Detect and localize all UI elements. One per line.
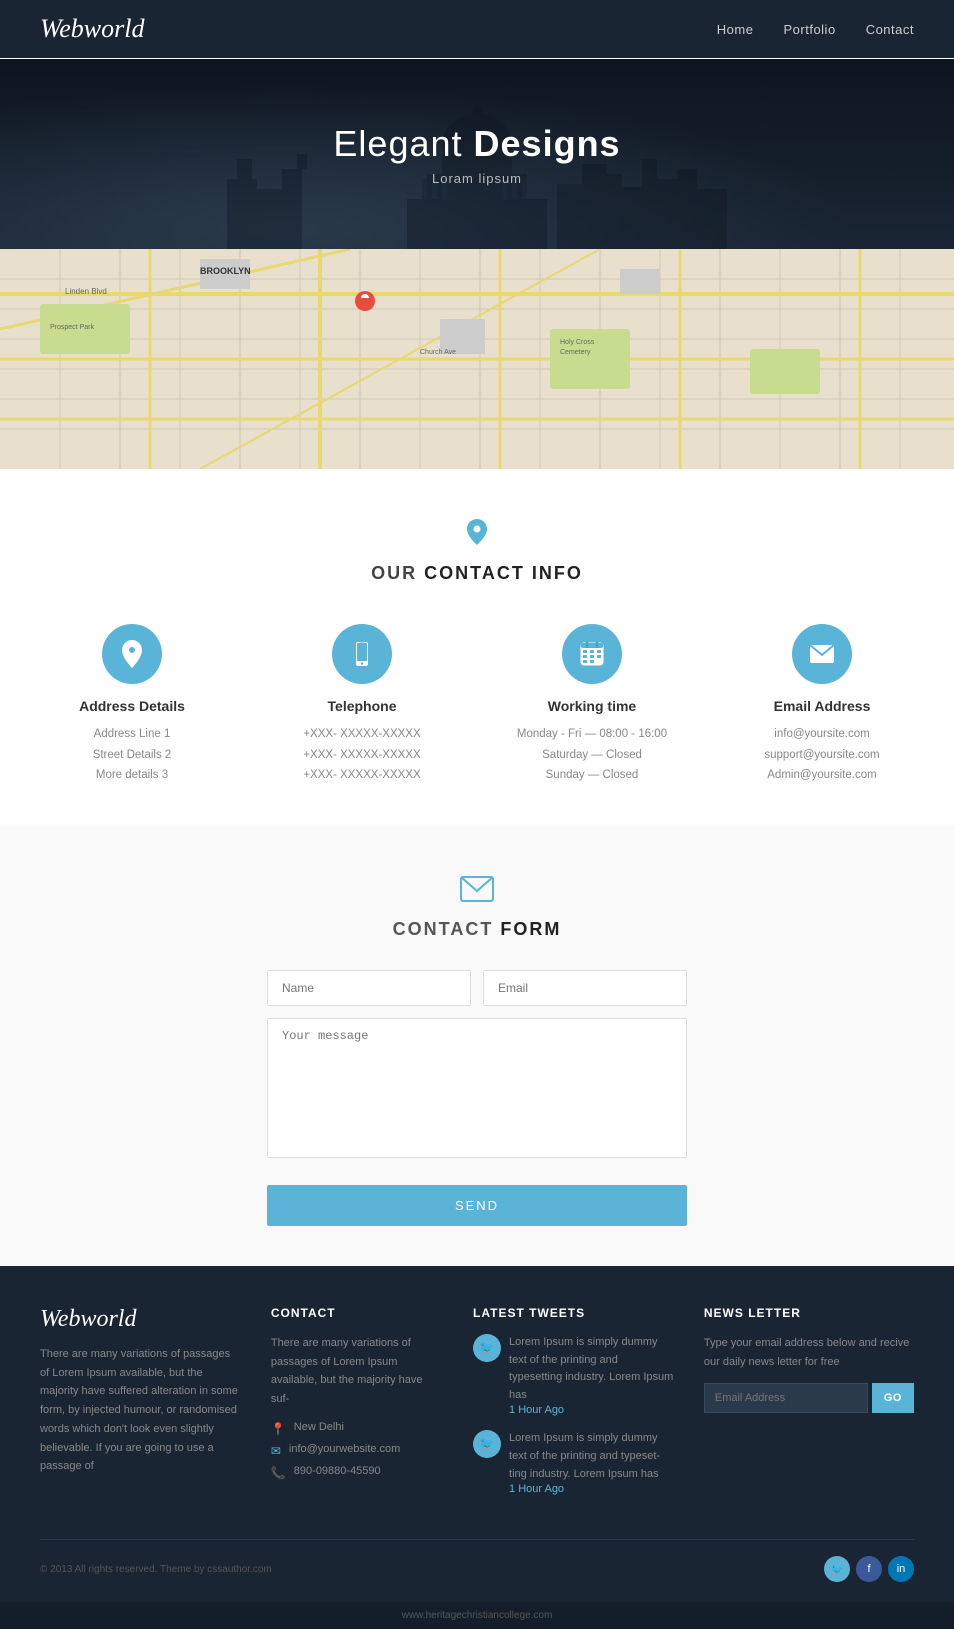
form-container: SEND [267,970,687,1226]
address-card-title: Address Details [27,698,237,714]
map-section: Linden Blvd BROOKLYN Prospect Park Churc… [0,249,954,469]
send-button[interactable]: SEND [267,1185,687,1226]
email-input[interactable] [483,970,687,1006]
hero-title: Elegant Designs [333,123,620,165]
clock-icon [562,624,622,684]
svg-text:BROOKLYN: BROOKLYN [200,266,251,276]
footer-contact-phone: 📞 890-09880-45590 [271,1465,443,1480]
working-time-card-text: Monday - Fri — 08:00 - 16:00 Saturday — … [487,724,697,786]
form-row-top [267,970,687,1006]
hero-subtitle: Loram lipsum [333,171,620,186]
social-linkedin[interactable]: in [888,1556,914,1582]
contact-info-title: OUR CONTACT INFO [20,563,934,584]
telephone-card-title: Telephone [257,698,467,714]
svg-text:Holy Cross: Holy Cross [560,339,595,346]
hero-content: Elegant Designs Loram lipsum [333,123,620,186]
contact-cards: Address Details Address Line 1 Street De… [20,624,934,786]
footer-contact-address: 📍 New Delhi [271,1421,443,1436]
footer-contact-title: CONTACT [271,1306,443,1320]
nav-portfolio[interactable]: Portfolio [783,22,835,37]
form-envelope-icon [20,876,934,909]
contact-form-section: CONTACT FORM SEND [0,826,954,1266]
footer-social: 🐦 f in [824,1556,914,1582]
footer-newsletter-col: NEWS LETTER Type your email address belo… [704,1306,914,1509]
footer-phone-icon: 📞 [271,1466,286,1480]
footer-address-icon: 📍 [271,1422,286,1436]
name-input[interactable] [267,970,471,1006]
svg-text:Cemetery: Cemetery [560,349,591,356]
header: Webworld Home Portfolio Contact [0,0,954,58]
footer-website: www.heritagechristiancollege.com [0,1602,954,1629]
tweet-content-1: Lorem Ipsum is simply dummy text of the … [509,1334,674,1416]
footer-tweet-1: 🐦 Lorem Ipsum is simply dummy text of th… [473,1334,674,1416]
newsletter-email-input[interactable] [704,1383,868,1413]
footer: Webworld There are many variations of pa… [0,1266,954,1602]
footer-about-col: Webworld There are many variations of pa… [40,1306,241,1509]
footer-tweets-col: LATEST TWEETS 🐦 Lorem Ipsum is simply du… [473,1306,674,1509]
social-facebook[interactable]: f [856,1556,882,1582]
address-card-text: Address Line 1 Street Details 2 More det… [27,724,237,786]
tweet-bird-icon-2: 🐦 [473,1430,501,1458]
logo: Webworld [40,14,145,44]
email-card-title: Email Address [717,698,927,714]
nav-home[interactable]: Home [717,22,754,37]
working-time-card-title: Working time [487,698,697,714]
contact-section-pin-icon [20,519,934,551]
telephone-icon [332,624,392,684]
message-textarea[interactable] [267,1018,687,1158]
contact-card-address: Address Details Address Line 1 Street De… [27,624,237,786]
footer-logo: Webworld [40,1306,241,1333]
newsletter-description: Type your email address below and recive… [704,1334,914,1371]
map-svg: Linden Blvd BROOKLYN Prospect Park Churc… [0,249,954,469]
hero-section: Elegant Designs Loram lipsum [0,59,954,249]
navigation: Home Portfolio Contact [717,22,914,37]
newsletter-form: GO [704,1383,914,1413]
tweet-content-2: Lorem Ipsum is simply dummy text of the … [509,1430,674,1495]
contact-form-title: CONTACT FORM [20,919,934,940]
telephone-card-text: +XXX- XXXXX-XXXXX +XXX- XXXXX-XXXXX +XXX… [257,724,467,786]
contact-card-working-time: Working time Monday - Fri — 08:00 - 16:0… [487,624,697,786]
footer-newsletter-title: NEWS LETTER [704,1306,914,1320]
contact-card-telephone: Telephone +XXX- XXXXX-XXXXX +XXX- XXXXX-… [257,624,467,786]
footer-bottom: © 2013 All rights reserved. Theme by css… [40,1539,914,1582]
footer-email-icon: ✉ [271,1444,281,1458]
nav-contact[interactable]: Contact [866,22,914,37]
email-icon [792,624,852,684]
footer-contact-email: ✉ info@yourwebsite.com [271,1443,443,1458]
footer-copyright: © 2013 All rights reserved. Theme by css… [40,1564,272,1575]
social-twitter[interactable]: 🐦 [824,1556,850,1582]
email-card-text: info@yoursite.com support@yoursite.com A… [717,724,927,786]
address-icon [102,624,162,684]
footer-tweet-2: 🐦 Lorem Ipsum is simply dummy text of th… [473,1430,674,1495]
svg-text:Church Ave: Church Ave [420,349,456,356]
newsletter-go-button[interactable]: GO [872,1383,914,1413]
svg-text:Prospect Park: Prospect Park [50,324,94,331]
footer-description: There are many variations of passages of… [40,1345,241,1476]
footer-tweets-title: LATEST TWEETS [473,1306,674,1320]
contact-info-section: OUR CONTACT INFO Address Details Address… [0,469,954,826]
footer-contact-col: CONTACT There are many variations of pas… [271,1306,443,1509]
footer-grid: Webworld There are many variations of pa… [40,1306,914,1509]
footer-contact-desc: There are many variations of passages of… [271,1334,443,1409]
contact-card-email: Email Address info@yoursite.com support@… [717,624,927,786]
svg-text:Linden Blvd: Linden Blvd [65,287,107,296]
